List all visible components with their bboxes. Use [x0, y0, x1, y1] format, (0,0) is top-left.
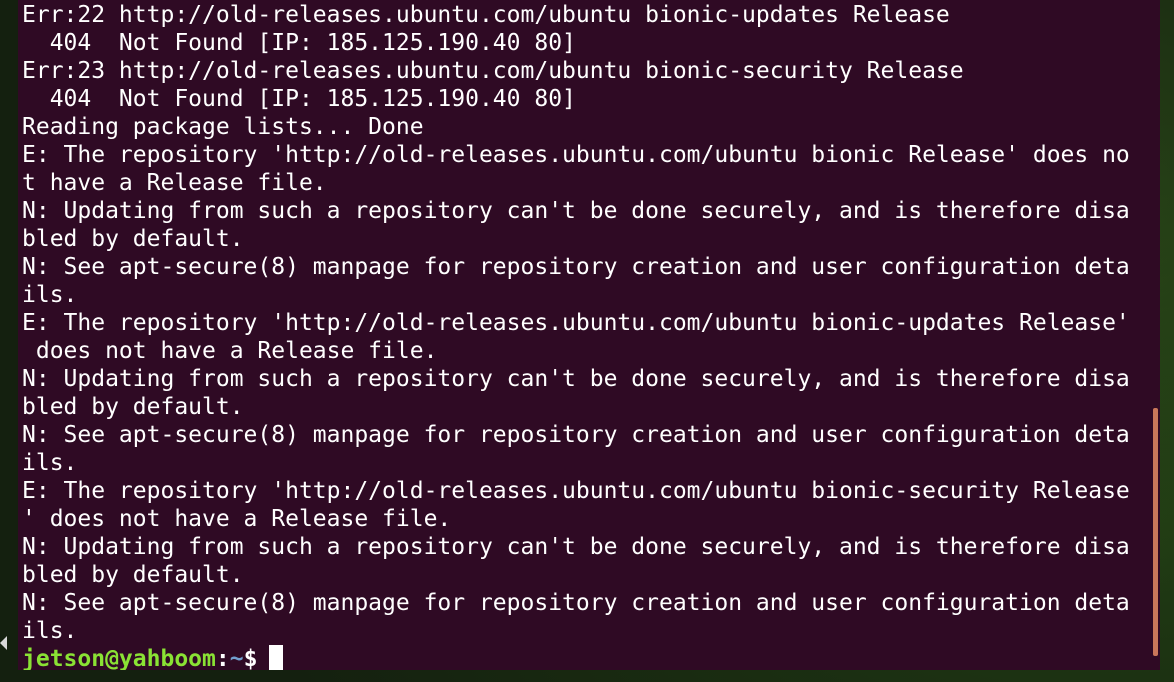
- terminal-line: ils.: [22, 618, 78, 644]
- terminal-line: does not have a Release file.: [22, 338, 438, 364]
- terminal-line: E: The repository 'http://old-releases.u…: [22, 142, 1130, 168]
- terminal-line: bled by default.: [22, 394, 244, 420]
- terminal-line: bled by default.: [22, 562, 244, 588]
- terminal-line: N: See apt-secure(8) manpage for reposit…: [22, 254, 1130, 280]
- terminal-output: Err:22 http://old-releases.ubuntu.com/ub…: [22, 1, 1130, 670]
- launcher-arrow-icon: [0, 636, 7, 650]
- terminal-line: N: See apt-secure(8) manpage for reposit…: [22, 590, 1130, 616]
- terminal-line: Err:22 http://old-releases.ubuntu.com/ub…: [22, 2, 950, 28]
- terminal-line: N: Updating from such a repository can't…: [22, 198, 1130, 224]
- terminal-line: 404 Not Found [IP: 185.125.190.40 80]: [22, 86, 576, 112]
- terminal-line: bled by default.: [22, 226, 244, 252]
- terminal-line: ils.: [22, 282, 78, 308]
- scrollbar-thumb[interactable]: [1153, 408, 1158, 656]
- terminal-line: Err:23 http://old-releases.ubuntu.com/ub…: [22, 58, 964, 84]
- prompt-path: ~: [229, 646, 244, 670]
- terminal-line: N: See apt-secure(8) manpage for reposit…: [22, 422, 1130, 448]
- shell-prompt[interactable]: jetson@yahboom:~$: [22, 645, 1130, 670]
- prompt-symbol: $: [243, 646, 258, 670]
- terminal-line: ils.: [22, 450, 78, 476]
- terminal-window[interactable]: Err:22 http://old-releases.ubuntu.com/ub…: [18, 0, 1160, 670]
- terminal-line: ' does not have a Release file.: [22, 506, 452, 532]
- terminal-line: E: The repository 'http://old-releases.u…: [22, 478, 1130, 504]
- terminal-line: t have a Release file.: [22, 170, 327, 196]
- terminal-line: N: Updating from such a repository can't…: [22, 534, 1130, 560]
- prompt-colon: :: [215, 646, 230, 670]
- scrollbar[interactable]: [1152, 0, 1160, 670]
- terminal-line: N: Updating from such a repository can't…: [22, 366, 1130, 392]
- terminal-line: 404 Not Found [IP: 185.125.190.40 80]: [22, 30, 576, 56]
- terminal-line: Reading package lists... Done: [22, 114, 424, 140]
- terminal-line: E: The repository 'http://old-releases.u…: [22, 310, 1130, 336]
- prompt-user-host: jetson@yahboom: [22, 646, 216, 670]
- text-cursor: [269, 645, 284, 670]
